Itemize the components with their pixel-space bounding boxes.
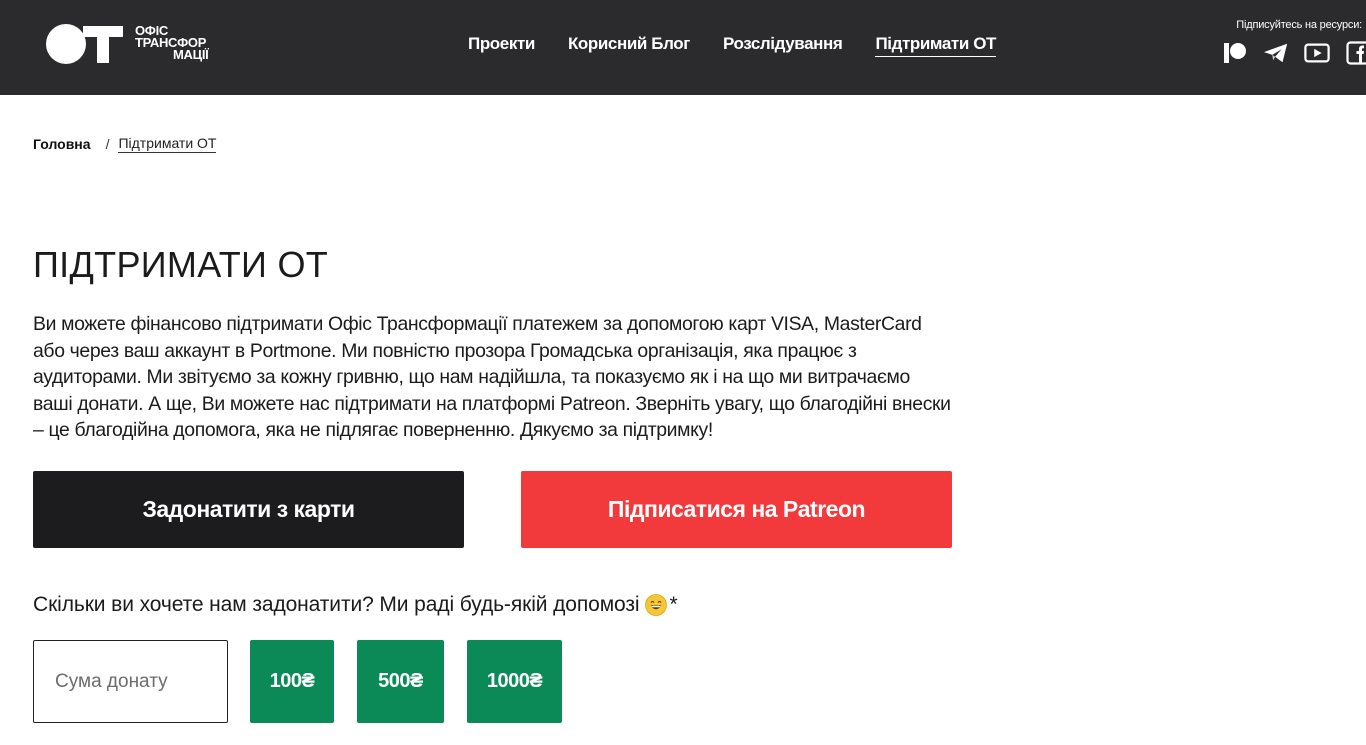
donation-question-text: Скільки ви хочете нам задонатити? Ми рад… (33, 593, 640, 616)
support-description: Ви можете фінансово підтримати Офіс Тран… (33, 313, 951, 441)
telegram-icon[interactable] (1263, 41, 1289, 65)
donate-card-button[interactable]: Задонатити з карти (33, 471, 464, 548)
breadcrumb-separator: / (105, 136, 110, 152)
page-title: ПІДТРИМАТИ ОТ (33, 244, 329, 285)
youtube-icon[interactable] (1304, 41, 1330, 65)
patreon-subscribe-button[interactable]: Підписатися на Patreon (521, 471, 952, 548)
amount-option-100[interactable]: 100₴ (250, 640, 334, 723)
main-nav: Проекти Корисний Блог Розслідування Підт… (468, 33, 996, 57)
logo-wordmark: ОФІС ТРАНСФОР МАЦІЇ (135, 24, 209, 62)
patreon-icon[interactable] (1222, 41, 1248, 65)
amount-option-1000[interactable]: 1000₴ (467, 640, 562, 723)
donation-question: Скільки ви хочете нам задонатити? Ми рад… (33, 593, 678, 617)
nav-item-blog[interactable]: Корисний Блог (568, 33, 690, 57)
socials-label: Підписуйтесь на ресурси: (1236, 19, 1362, 31)
breadcrumb: Головна / Підтримати ОТ (33, 135, 217, 153)
grinning-face-emoji-icon (645, 594, 668, 616)
donation-amount-input[interactable] (33, 640, 228, 723)
required-asterisk: * (669, 593, 678, 616)
nav-item-investigations[interactable]: Розслідування (723, 33, 843, 57)
logo-line-3: МАЦІЇ (173, 47, 209, 62)
breadcrumb-current: Підтримати ОТ (118, 135, 217, 153)
social-links (1222, 41, 1366, 65)
site-header: ОФІС ТРАНСФОР МАЦІЇ Проекти Корисний Бло… (0, 0, 1366, 95)
breadcrumb-home-link[interactable]: Головна (33, 136, 91, 152)
logo-mark-icon (46, 24, 123, 64)
nav-item-projects[interactable]: Проекти (468, 33, 535, 57)
site-logo[interactable]: ОФІС ТРАНСФОР МАЦІЇ (45, 23, 225, 67)
nav-item-support[interactable]: Підтримати ОТ (875, 33, 996, 57)
amount-option-500[interactable]: 500₴ (357, 640, 444, 723)
facebook-icon[interactable] (1345, 41, 1366, 65)
